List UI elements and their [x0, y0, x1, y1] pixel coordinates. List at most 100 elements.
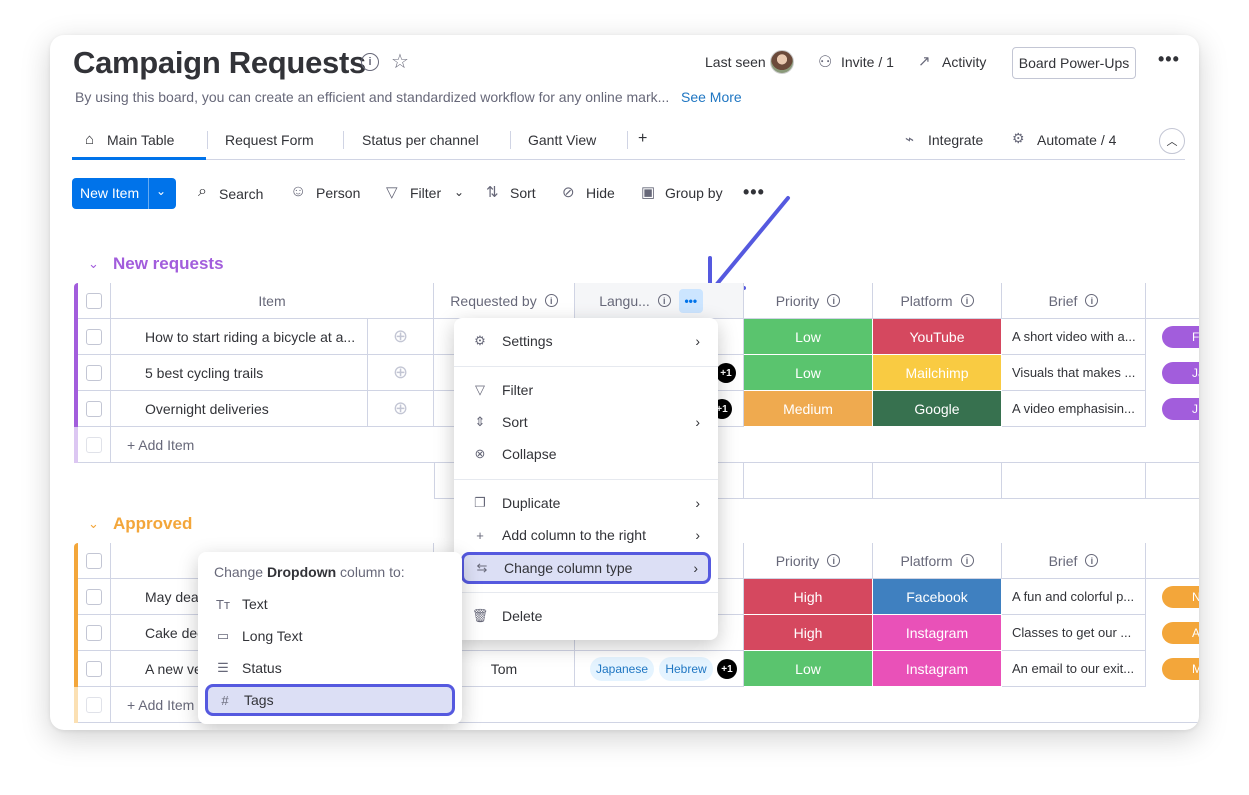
type-option-tags[interactable]: # Tags — [205, 684, 455, 716]
column-options-icon[interactable]: ••• — [678, 288, 703, 313]
integrate-icon[interactable]: ⌁ — [905, 130, 914, 148]
person-add-icon[interactable]: ⚇ — [818, 52, 832, 72]
menu-item-settings[interactable]: ⚙ Settings › — [462, 326, 710, 356]
menu-item-filter[interactable]: ▽ Filter — [462, 375, 710, 405]
column-header-priority[interactable]: Priority i — [744, 543, 873, 579]
invite-button[interactable]: Invite / 1 — [841, 54, 894, 70]
menu-item-sort[interactable]: ⇕ Sort › — [462, 407, 710, 437]
add-tab-button[interactable]: + — [638, 130, 647, 148]
info-icon[interactable]: i — [361, 53, 379, 71]
menu-item-add-column-right[interactable]: + Add column to the right › — [462, 520, 710, 550]
group-collapse-icon[interactable]: ⌄ — [88, 256, 99, 272]
info-icon[interactable]: i — [544, 294, 558, 307]
priority-cell[interactable]: Low — [744, 319, 873, 355]
menu-item-delete[interactable]: 🗑 Delete — [462, 601, 710, 631]
column-header-platform[interactable]: Platform i — [873, 283, 1002, 319]
tab-request-form[interactable]: Request Form — [225, 132, 314, 148]
group-title-new-requests[interactable]: New requests — [113, 254, 224, 274]
platform-cell[interactable]: Facebook — [873, 579, 1002, 615]
activity-button[interactable]: Activity — [942, 54, 986, 70]
table-row[interactable]: How to start riding a bicycle at a... — [111, 319, 368, 355]
group-collapse-icon[interactable]: ⌄ — [88, 516, 99, 532]
status-badge[interactable]: No — [1162, 586, 1199, 608]
info-icon[interactable]: i — [1085, 554, 1099, 567]
automate-icon[interactable]: ⚙ — [1012, 130, 1025, 147]
last-seen-label[interactable]: Last seen — [705, 54, 766, 70]
info-icon[interactable]: i — [1085, 294, 1099, 307]
avatar[interactable] — [770, 50, 794, 74]
language-tag[interactable]: Hebrew — [659, 657, 713, 681]
table-row[interactable]: Overnight deliveries — [111, 391, 368, 427]
type-option-long-text[interactable]: ▭ Long Text — [206, 621, 454, 651]
group-title-approved[interactable]: Approved — [113, 514, 192, 534]
sort-icon[interactable]: ⇅ — [486, 183, 499, 201]
info-icon[interactable]: i — [827, 554, 841, 567]
type-option-status[interactable]: ☰ Status — [206, 653, 454, 683]
column-header-priority[interactable]: Priority i — [744, 283, 873, 319]
sort-button[interactable]: Sort — [510, 185, 536, 201]
platform-cell[interactable]: Mailchimp — [873, 355, 1002, 391]
column-header-requested-by[interactable]: Requested by i — [434, 283, 575, 319]
brief-cell[interactable]: A video emphasisin... — [1002, 391, 1146, 427]
menu-item-collapse[interactable]: ⊗ Collapse — [462, 439, 710, 469]
column-header-brief[interactable]: Brief i — [1002, 543, 1146, 579]
chevron-down-icon[interactable]: ⌄ — [454, 185, 464, 199]
more-tags-badge[interactable]: +1 — [717, 659, 737, 679]
row-checkbox[interactable] — [86, 624, 102, 641]
row-checkbox[interactable] — [86, 328, 102, 345]
brief-cell[interactable]: Visuals that makes ... — [1002, 355, 1146, 391]
status-badge[interactable]: Ap — [1162, 622, 1199, 644]
priority-cell[interactable]: Low — [744, 355, 873, 391]
column-header-language[interactable]: Langu... i ••• — [575, 283, 744, 319]
filter-button[interactable]: Filter — [410, 185, 441, 201]
status-badge[interactable]: J — [1162, 398, 1199, 420]
language-tag[interactable]: Japanese — [590, 657, 654, 681]
platform-cell[interactable]: Google — [873, 391, 1002, 427]
see-more-link[interactable]: See More — [681, 89, 742, 105]
info-icon[interactable]: i — [827, 294, 841, 307]
row-checkbox[interactable] — [86, 364, 102, 381]
info-icon[interactable]: i — [657, 294, 671, 307]
tab-status-per-channel[interactable]: Status per channel — [362, 132, 479, 148]
brief-cell[interactable]: A short video with a... — [1002, 319, 1146, 355]
priority-cell[interactable]: Low — [744, 651, 873, 687]
search-button[interactable]: Search — [219, 186, 263, 202]
column-header-brief[interactable]: Brief i — [1002, 283, 1146, 319]
tab-main-table[interactable]: Main Table — [107, 132, 174, 148]
brief-cell[interactable]: Classes to get our ... — [1002, 615, 1146, 651]
person-filter-button[interactable]: Person — [316, 185, 360, 201]
collapse-header-icon[interactable]: ︿ — [1159, 128, 1185, 154]
group-by-icon[interactable]: ▣ — [641, 183, 655, 201]
platform-cell[interactable]: Instagram — [873, 615, 1002, 651]
add-update-icon[interactable]: ⊕ — [368, 391, 434, 427]
priority-cell[interactable]: High — [744, 615, 873, 651]
brief-cell[interactable]: An email to our exit... — [1002, 651, 1146, 687]
hide-button[interactable]: Hide — [586, 185, 615, 201]
add-update-icon[interactable]: ⊕ — [368, 355, 434, 391]
tab-gantt-view[interactable]: Gantt View — [528, 132, 596, 148]
automate-button[interactable]: Automate / 4 — [1037, 132, 1116, 148]
priority-cell[interactable]: Medium — [744, 391, 873, 427]
more-menu-icon[interactable]: ••• — [1158, 49, 1180, 70]
priority-cell[interactable]: High — [744, 579, 873, 615]
info-icon[interactable]: i — [960, 554, 974, 567]
add-update-icon[interactable]: ⊕ — [368, 319, 434, 355]
chevron-down-icon[interactable]: ⌄ — [156, 184, 166, 198]
row-checkbox[interactable] — [86, 400, 102, 417]
integrate-button[interactable]: Integrate — [928, 132, 983, 148]
status-badge[interactable]: M — [1162, 658, 1199, 680]
hide-icon[interactable]: ⊘ — [562, 183, 575, 201]
row-checkbox[interactable] — [86, 660, 102, 677]
star-icon[interactable]: ☆ — [391, 49, 409, 74]
row-checkbox[interactable] — [86, 588, 102, 605]
board-title[interactable]: Campaign Requests — [73, 45, 366, 81]
more-tags-badge[interactable]: +1 — [716, 363, 736, 383]
table-row[interactable]: 5 best cycling trails — [111, 355, 368, 391]
person-icon[interactable]: ☺ — [290, 183, 306, 201]
brief-cell[interactable]: A fun and colorful p... — [1002, 579, 1146, 615]
activity-icon[interactable]: ↗ — [918, 52, 931, 70]
select-all-checkbox[interactable] — [86, 292, 102, 309]
search-icon[interactable]: ⌕ — [198, 183, 207, 201]
platform-cell[interactable]: YouTube — [873, 319, 1002, 355]
column-header-platform[interactable]: Platform i — [873, 543, 1002, 579]
